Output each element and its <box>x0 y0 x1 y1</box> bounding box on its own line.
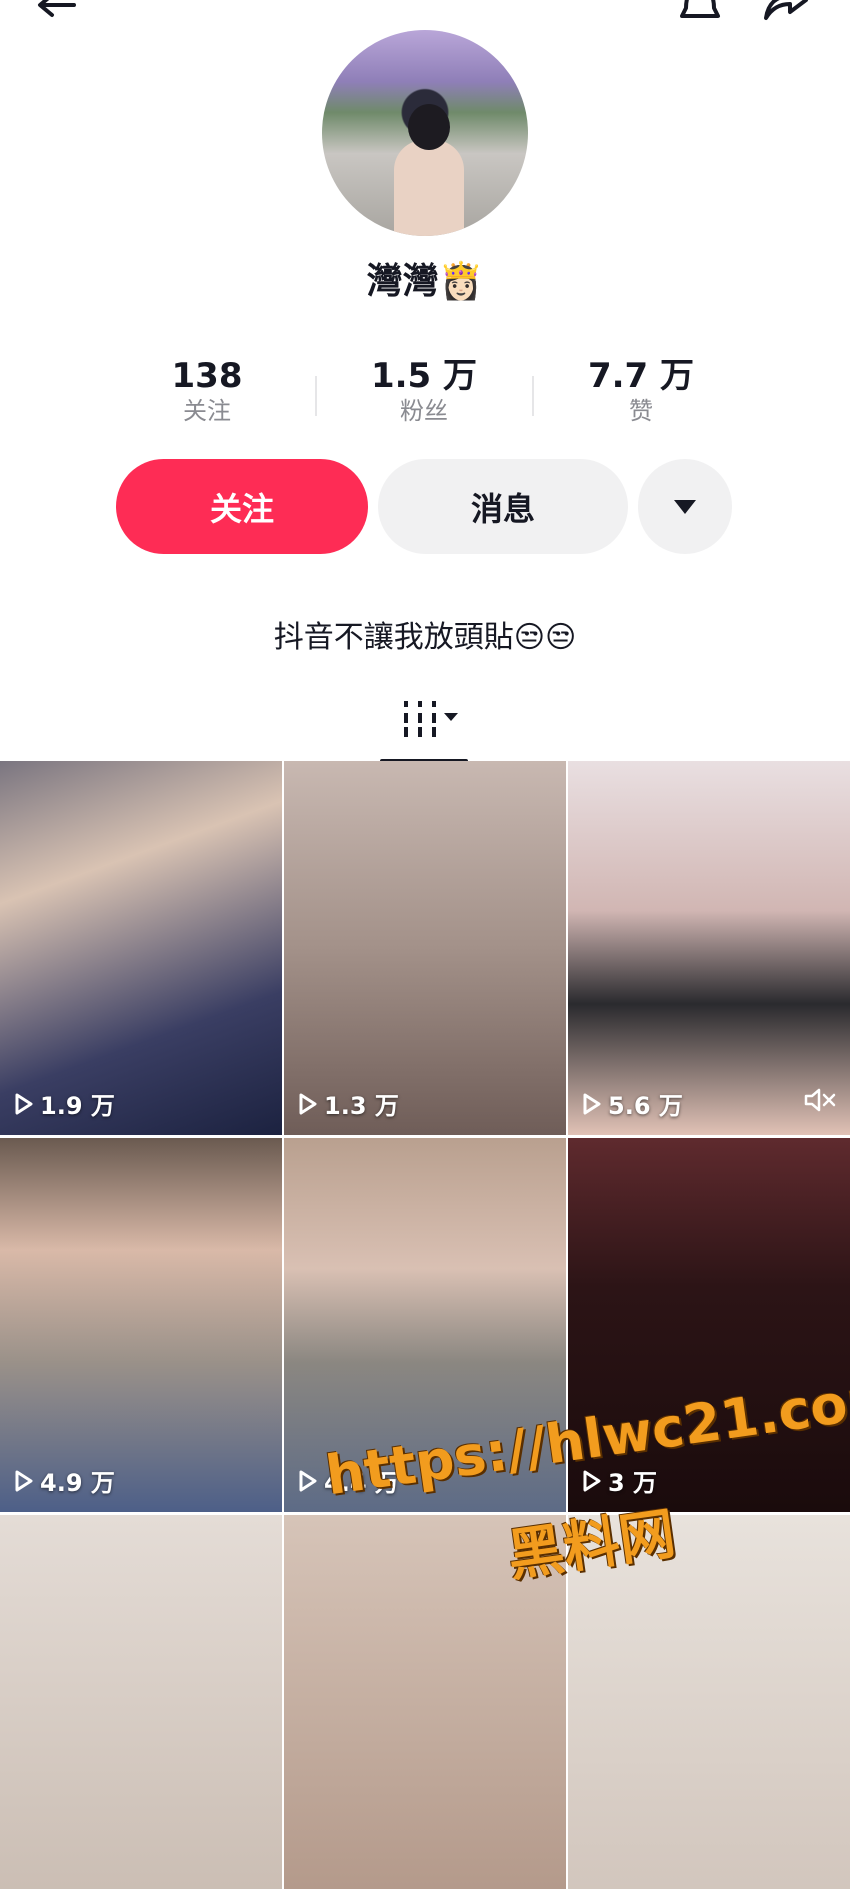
stat-likes[interactable]: 7.7 万 赞 <box>551 356 731 426</box>
video-thumbnail[interactable]: 5.6 万 <box>568 761 850 1135</box>
muted-icon <box>804 1087 836 1119</box>
view-count-text: 4.9 万 <box>40 1469 115 1497</box>
view-count: 4.9 万 <box>14 1463 115 1498</box>
video-thumbnail[interactable] <box>0 1515 282 1889</box>
notification-button[interactable] <box>672 0 728 28</box>
avatar-person-body <box>394 140 464 236</box>
stat-followers-label: 粉丝 <box>400 397 448 425</box>
profile-username: 灣灣👸🏻 <box>366 261 484 302</box>
view-count-text: 1.3 万 <box>324 1092 399 1120</box>
stat-following-value: 138 <box>171 356 243 396</box>
stat-followers-value: 1.5 万 <box>370 356 478 396</box>
play-outline-icon <box>15 1093 33 1114</box>
profile-avatar[interactable] <box>322 30 528 236</box>
stat-following-label: 关注 <box>183 397 231 425</box>
view-count: 1.3 万 <box>298 1086 399 1121</box>
avatar-person-head <box>408 104 450 150</box>
profile-bio: 抖音不讓我放頭貼😒😒 <box>273 620 577 655</box>
stat-likes-label: 赞 <box>629 397 653 425</box>
view-count-text: 5.6 万 <box>608 1092 683 1120</box>
back-button[interactable] <box>28 0 84 28</box>
share-icon <box>764 0 808 20</box>
share-button[interactable] <box>758 0 814 28</box>
stat-divider <box>315 376 317 416</box>
stat-following[interactable]: 138 关注 <box>117 356 297 426</box>
video-thumbnail[interactable]: 1.3 万 <box>284 761 566 1135</box>
more-options-button[interactable] <box>638 459 732 554</box>
play-outline-icon <box>15 1470 33 1491</box>
play-outline-icon <box>299 1093 317 1114</box>
stat-followers[interactable]: 1.5 万 粉丝 <box>334 356 514 426</box>
message-button[interactable]: 消息 <box>378 459 628 554</box>
video-thumbnail[interactable]: 4.9 万 <box>0 1138 282 1512</box>
play-outline-icon <box>583 1470 601 1491</box>
play-outline-icon <box>583 1093 601 1114</box>
profile-stats: 138 关注 1.5 万 粉丝 7.7 万 赞 <box>0 356 850 436</box>
stat-divider <box>532 376 534 416</box>
grid-view-icon <box>404 701 458 737</box>
view-count-text: 1.9 万 <box>40 1092 115 1120</box>
tab-videos[interactable] <box>380 693 470 763</box>
view-count: 5.6 万 <box>582 1086 683 1121</box>
view-count: 1.9 万 <box>14 1086 115 1121</box>
bell-icon <box>680 0 720 18</box>
caret-down-icon <box>674 499 696 514</box>
play-outline-icon <box>299 1470 317 1491</box>
follow-button[interactable]: 关注 <box>116 459 368 554</box>
back-arrow-icon <box>38 0 76 17</box>
video-thumbnail[interactable]: 1.9 万 <box>0 761 282 1135</box>
stat-likes-value: 7.7 万 <box>587 356 695 396</box>
